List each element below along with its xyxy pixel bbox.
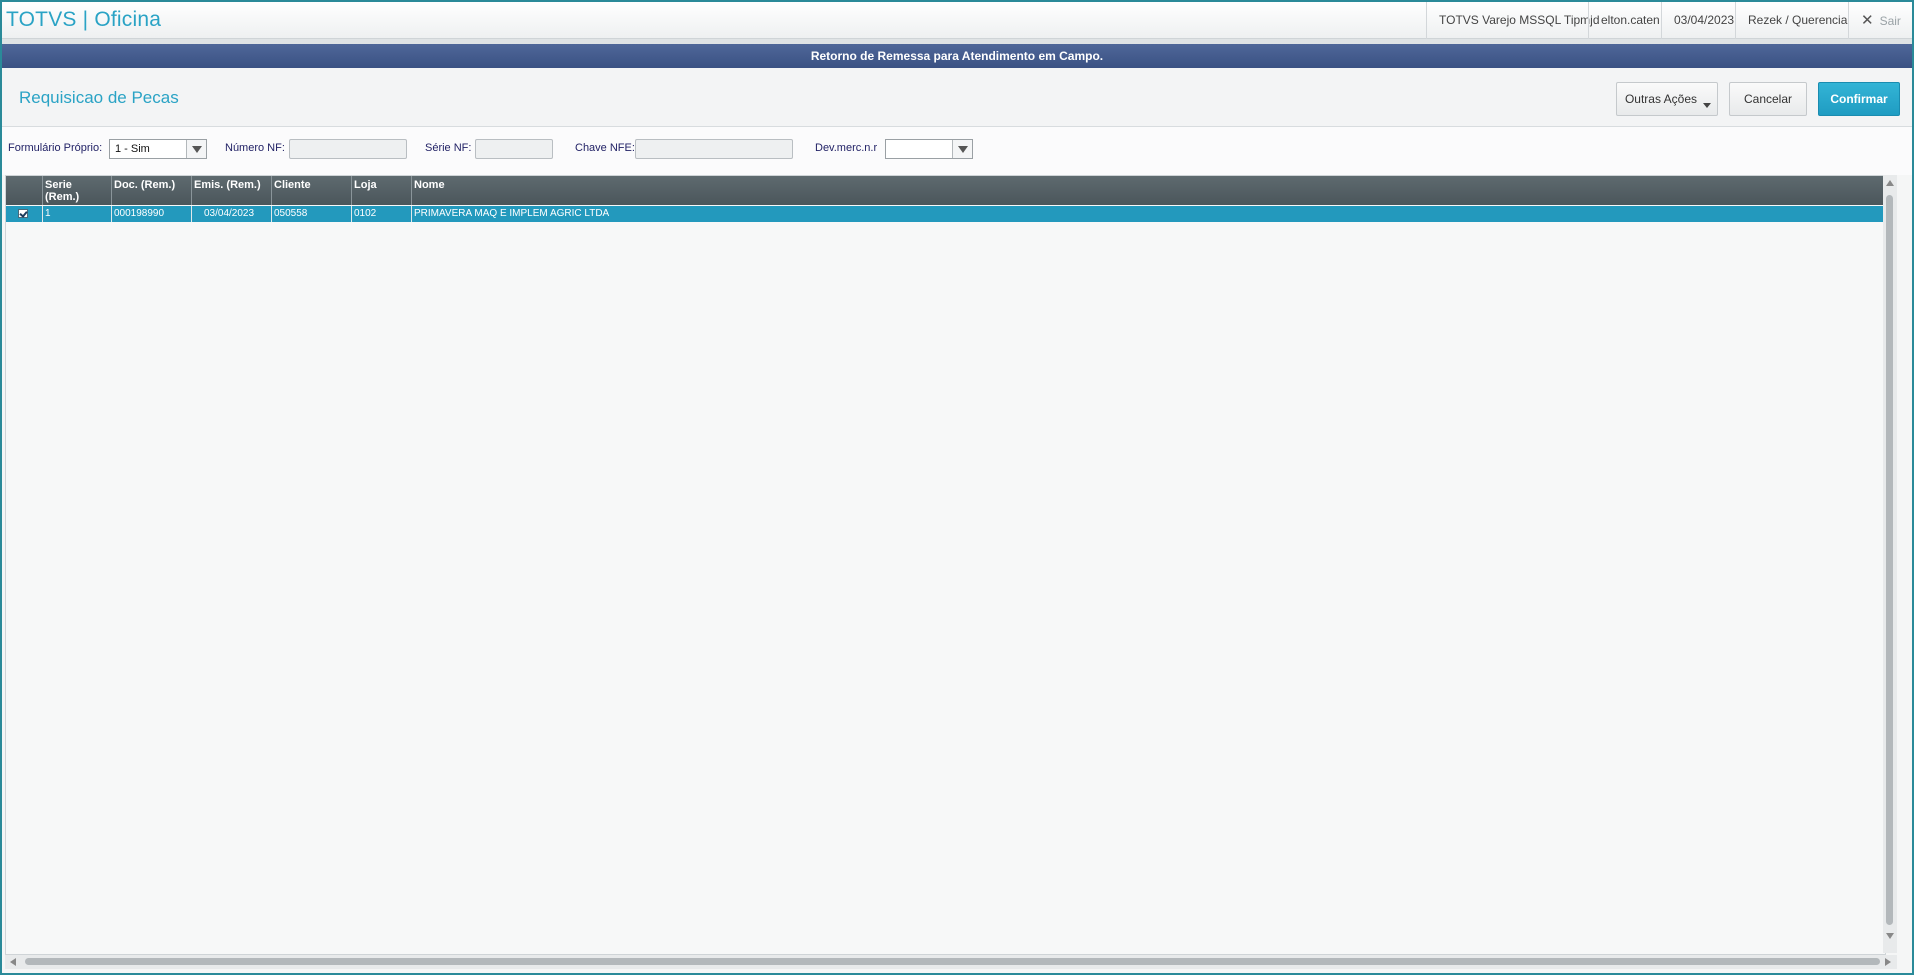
exit-label: Sair xyxy=(1879,14,1901,28)
chevron-down-icon xyxy=(1703,103,1711,108)
formulario-value: 1 - Sim xyxy=(115,143,150,155)
scroll-left-icon[interactable] xyxy=(10,958,16,966)
table-row[interactable]: 1 000198990 03/04/2023 050558 0102 PRIMA… xyxy=(6,206,1883,222)
scroll-down-icon[interactable] xyxy=(1886,933,1894,939)
vertical-scrollbar[interactable] xyxy=(1883,175,1897,953)
data-grid[interactable]: Serie (Rem.) Doc. (Rem.) Emis. (Rem.) Cl… xyxy=(5,175,1886,955)
cell-cliente: 050558 xyxy=(272,206,352,222)
formulario-label: Formulário Próprio: xyxy=(8,142,103,154)
cell-nome: PRIMAVERA MAQ E IMPLEM AGRIC LTDA xyxy=(414,208,610,219)
exit-button[interactable]: ✕ Sair xyxy=(1848,2,1912,39)
column-header-loja[interactable]: Loja xyxy=(352,176,412,205)
filter-bar: Formulário Próprio: 1 - Sim Número NF: S… xyxy=(2,127,1912,175)
cell-doc: 000198990 xyxy=(112,206,192,222)
branch-info: Rezek / Querencia xyxy=(1735,2,1859,39)
environment-info: TOTVS Varejo MSSQL Tipmjd xyxy=(1426,2,1612,39)
row-select-cell[interactable] xyxy=(6,206,43,222)
confirm-button[interactable]: Confirmar xyxy=(1818,82,1900,116)
cell-emis: 03/04/2023 xyxy=(192,206,272,222)
app-title: TOTVS | Oficina xyxy=(6,8,162,31)
checkbox-checked-icon[interactable] xyxy=(18,209,28,218)
chave-nfe-input[interactable] xyxy=(635,139,793,159)
numero-nf-label: Número NF: xyxy=(225,142,285,154)
serie-nf-label: Série NF: xyxy=(425,142,472,154)
date-info: 03/04/2023 xyxy=(1661,2,1746,39)
chevron-down-icon[interactable] xyxy=(952,140,972,158)
other-actions-label: Outras Ações xyxy=(1624,92,1698,106)
dev-merc-label: Dev.merc.n.r xyxy=(815,142,878,154)
horizontal-scrollbar[interactable] xyxy=(5,955,1897,969)
dialog-title: Retorno de Remessa para Atendimento em C… xyxy=(2,44,1912,68)
page-header: Requisicao de Pecas Outras Ações Cancela… xyxy=(2,68,1912,127)
formulario-select[interactable]: 1 - Sim xyxy=(109,139,207,159)
column-header-doc[interactable]: Doc. (Rem.) xyxy=(112,176,192,205)
close-icon: ✕ xyxy=(1861,12,1874,29)
cancel-button[interactable]: Cancelar xyxy=(1729,82,1807,116)
application-window: TOTVS | Oficina TOTVS Varejo MSSQL Tipmj… xyxy=(0,0,1914,975)
serie-nf-input[interactable] xyxy=(475,139,553,159)
cell-serie: 1 xyxy=(43,206,112,222)
page-title: Requisicao de Pecas xyxy=(19,88,179,107)
cell-loja: 0102 xyxy=(352,206,412,222)
user-info: elton.caten xyxy=(1588,2,1672,39)
vertical-scroll-thumb[interactable] xyxy=(1886,195,1893,925)
chevron-down-icon[interactable] xyxy=(186,140,206,158)
chave-nfe-label: Chave NFE: xyxy=(575,142,635,154)
horizontal-scroll-thumb[interactable] xyxy=(25,958,1880,965)
scroll-right-icon[interactable] xyxy=(1885,958,1891,966)
column-header-serie[interactable]: Serie (Rem.) xyxy=(43,176,112,205)
numero-nf-input[interactable] xyxy=(289,139,407,159)
other-actions-button[interactable]: Outras Ações xyxy=(1616,82,1718,116)
top-bar: TOTVS | Oficina TOTVS Varejo MSSQL Tipmj… xyxy=(2,2,1912,39)
scroll-up-icon[interactable] xyxy=(1886,180,1894,186)
column-header-select[interactable] xyxy=(6,176,43,205)
column-header-emis[interactable]: Emis. (Rem.) xyxy=(192,176,272,205)
column-header-nome[interactable]: Nome xyxy=(412,176,1883,205)
column-header-cliente[interactable]: Cliente xyxy=(272,176,352,205)
dev-merc-select[interactable] xyxy=(885,139,973,159)
grid-header: Serie (Rem.) Doc. (Rem.) Emis. (Rem.) Cl… xyxy=(6,176,1883,205)
